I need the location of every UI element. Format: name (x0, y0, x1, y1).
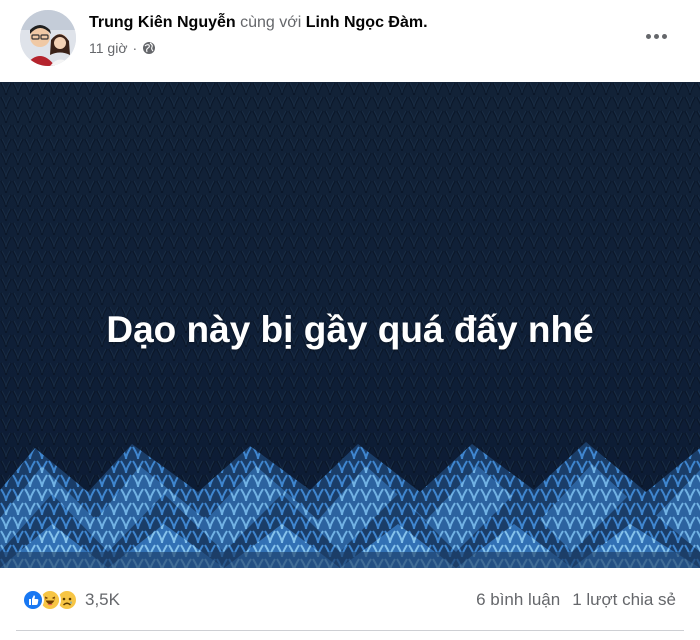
post-text: Dạo này bị gầy quá đấy nhé (106, 309, 594, 350)
tagged-name[interactable]: Linh Ngọc Đàm (306, 14, 423, 31)
author-avatar[interactable] (20, 10, 76, 66)
post-background[interactable]: Dạo này bị gầy quá đấy nhé (0, 82, 700, 568)
post-author-line: Trung Kiên Nguyễn cùng với Linh Ngọc Đàm… (89, 13, 428, 33)
meta-separator: · (132, 40, 138, 56)
with-text: cùng với (240, 14, 302, 31)
post-footer: 3,5K 6 bình luận 1 lượt chia sẻ (0, 568, 700, 640)
shares-count-link[interactable]: 1 lượt chia sẻ (572, 590, 676, 610)
author-name[interactable]: Trung Kiên Nguyễn (89, 14, 236, 31)
post-header: Trung Kiên Nguyễn cùng với Linh Ngọc Đàm… (0, 0, 700, 82)
avatar-photo (20, 10, 76, 66)
post-time[interactable]: 11 giờ (89, 40, 128, 56)
more-options-button[interactable] (638, 22, 674, 50)
comments-count-link[interactable]: 6 bình luận (476, 590, 560, 610)
engagement-counts: 6 bình luận 1 lượt chia sẻ (476, 590, 676, 610)
footer-divider (16, 630, 684, 631)
post-meta: 11 giờ · (89, 40, 156, 56)
reactions-summary[interactable]: 3,5K (22, 589, 120, 611)
like-icon (22, 589, 44, 611)
more-dot (645, 33, 651, 39)
globe-icon[interactable] (142, 41, 156, 55)
title-period: . (423, 14, 428, 31)
more-dot (653, 33, 659, 39)
reaction-count: 3,5K (85, 590, 120, 609)
more-dot (661, 33, 667, 39)
